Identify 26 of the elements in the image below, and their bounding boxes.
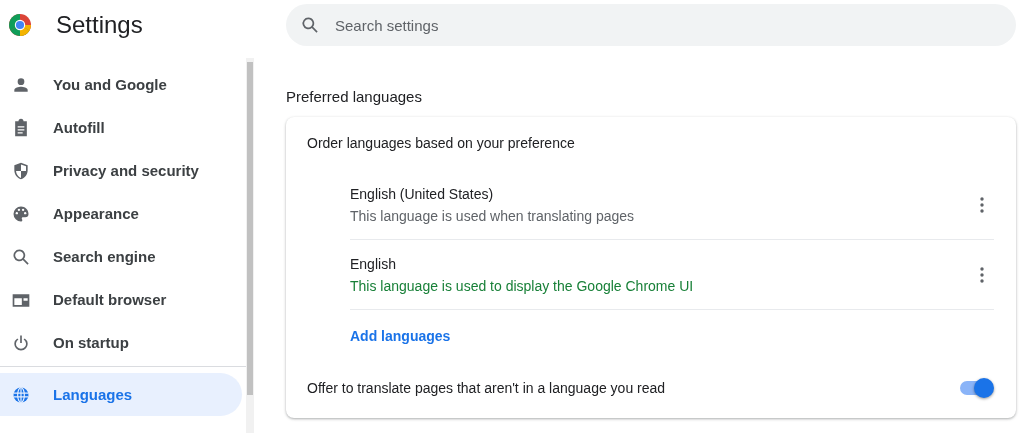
sidebar-item[interactable]: On startup	[0, 321, 242, 364]
browser-logo-icon	[8, 13, 32, 37]
search-icon	[300, 15, 320, 35]
sidebar-item[interactable]: Autofill	[0, 106, 242, 149]
sidebar-item[interactable]: You and Google	[0, 63, 242, 106]
translate-toggle[interactable]	[958, 378, 994, 398]
add-languages-link[interactable]: Add languages	[350, 328, 451, 344]
vertical-dots-icon	[980, 196, 984, 213]
vertical-dots-icon	[980, 266, 984, 283]
shield-icon	[11, 160, 31, 181]
sidebar-item[interactable]: Privacy and security	[0, 149, 242, 192]
sidebar-item[interactable]: Search engine	[0, 235, 242, 278]
language-name: English	[350, 255, 397, 272]
card-heading: Order languages based on your preference	[307, 134, 576, 153]
search-field[interactable]: Search settings	[286, 4, 1016, 46]
scrollbar[interactable]	[246, 58, 254, 433]
sidebar-item[interactable]: Appearance	[0, 192, 242, 235]
toggle-label: Offer to translate pages that aren't in a language you read	[307, 380, 666, 396]
language-name: English (United States)	[350, 185, 495, 202]
language-description: This language is used when translating pages	[350, 207, 635, 224]
language-description: This language is used to display the Google Chrome UI	[350, 277, 694, 294]
sidebar-item[interactable]: Default browser	[0, 278, 242, 321]
page-title: Settings	[56, 11, 143, 39]
sidebar-item[interactable]: Languages	[0, 373, 242, 416]
globe-icon	[11, 384, 31, 405]
section-title: Preferred languages	[286, 88, 423, 105]
